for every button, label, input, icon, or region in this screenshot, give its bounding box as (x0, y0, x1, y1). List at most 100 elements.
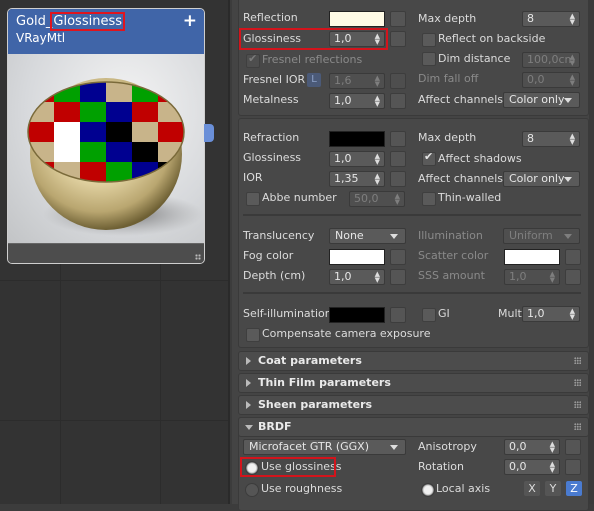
dim-falloff-value: 0,0 (527, 73, 545, 86)
fog-color-map-button[interactable] (390, 249, 406, 265)
refraction-max-depth-spinner[interactable]: 8 ▲ ▼ (522, 131, 580, 147)
plus-icon[interactable]: + (183, 11, 197, 31)
dim-distance-spinner[interactable]: 100,0cm ▲ ▼ (522, 52, 580, 68)
spinner-arrows-icon[interactable]: ▲ ▼ (570, 133, 575, 146)
spinner-arrows-icon[interactable]: ▲ ▼ (570, 54, 575, 67)
metalness-spinner[interactable]: 1,0 ▲ ▼ (329, 93, 385, 109)
rollout-sheen-parameters[interactable]: Sheen parameters (238, 395, 589, 415)
spinner-arrows-icon[interactable]: ▲ ▼ (570, 13, 575, 26)
fog-color-swatch[interactable] (329, 249, 385, 265)
fresnel-ior-lock-button[interactable]: L (307, 73, 321, 87)
affect-shadows-checkbox[interactable]: ✔ (422, 150, 436, 166)
reflection-max-depth-spinner[interactable]: 8 ▲ ▼ (522, 11, 580, 27)
metalness-map-button[interactable] (390, 93, 406, 109)
axis-z-button[interactable]: Z (566, 481, 582, 496)
material-node[interactable]: Gold_Glossiness VRayMtl + (7, 8, 205, 264)
rotation-spinner[interactable]: 0,0 ▲ ▼ (504, 459, 560, 475)
depth-spinner[interactable]: 1,0 ▲ ▼ (329, 269, 385, 285)
depth-map-button[interactable] (390, 269, 406, 285)
dim-distance-value: 100,0cm (527, 53, 576, 66)
abbe-number-spinner[interactable]: 50,0 ▲ ▼ (349, 191, 405, 207)
scatter-color-swatch[interactable] (504, 249, 560, 265)
refraction-color-swatch[interactable] (329, 131, 385, 147)
drag-grip-icon[interactable] (574, 401, 581, 408)
rollout-thin-film-parameters[interactable]: Thin Film parameters (238, 373, 589, 393)
dim-falloff-spinner[interactable]: 0,0 ▲ ▼ (522, 72, 580, 88)
reflection-affect-channels-dropdown[interactable]: Color only (503, 92, 580, 108)
reflection-color-swatch[interactable] (329, 11, 385, 27)
gi-label: GI (438, 307, 450, 320)
rollout-coat-parameters[interactable]: Coat parameters (238, 351, 589, 371)
collapse-arrow-icon (245, 425, 253, 430)
axis-y-button[interactable]: Y (545, 481, 561, 496)
ior-map-button[interactable] (390, 171, 406, 187)
self-illumination-label: Self-illumination (243, 307, 332, 320)
spinner-arrows-icon[interactable]: ▲ ▼ (570, 308, 575, 321)
self-illumination-map-button[interactable] (390, 307, 406, 323)
spinner-arrows-icon[interactable]: ▲ ▼ (375, 75, 380, 88)
refraction-affect-channels-dropdown[interactable]: Color only (503, 171, 580, 187)
reflection-map-button[interactable] (390, 11, 406, 27)
spinner-arrows-icon[interactable]: ▲ ▼ (375, 173, 380, 186)
node-editor-canvas[interactable]: Gold_Glossiness VRayMtl + (0, 0, 230, 504)
brdf-type-dropdown[interactable]: Microfacet GTR (GGX) (243, 439, 406, 455)
drag-grip-icon[interactable] (574, 423, 581, 430)
reflect-on-backside-checkbox[interactable] (422, 33, 436, 47)
self-illumination-color-swatch[interactable] (329, 307, 385, 323)
use-roughness-label: Use roughness (261, 482, 343, 495)
spinner-arrows-icon[interactable]: ▲ ▼ (570, 74, 575, 87)
thin-walled-checkbox[interactable] (422, 192, 436, 206)
spinner-arrows-icon[interactable]: ▲ ▼ (550, 441, 555, 454)
translucency-dropdown[interactable]: None (329, 228, 406, 244)
spinner-arrows-icon[interactable]: ▲ ▼ (550, 271, 555, 284)
local-axis-radio[interactable] (421, 483, 435, 497)
brdf-type-value: Microfacet GTR (GGX) (249, 440, 370, 453)
use-roughness-radio[interactable] (245, 483, 259, 497)
panel-divider[interactable] (228, 0, 230, 504)
mult-spinner[interactable]: 1,0 ▲ ▼ (522, 306, 580, 322)
spinner-arrows-icon[interactable]: ▲ ▼ (395, 193, 400, 206)
sss-amount-spinner[interactable]: 1,0 ▲ ▼ (504, 269, 560, 285)
refraction-glossiness-map-button[interactable] (390, 151, 406, 167)
use-glossiness-radio[interactable] (245, 461, 259, 475)
output-socket[interactable] (204, 124, 214, 142)
sss-amount-map-button[interactable] (565, 269, 581, 285)
axis-x-button[interactable]: X (524, 481, 540, 496)
spinner-arrows-icon[interactable]: ▲ ▼ (375, 33, 380, 46)
reflection-glossiness-spinner[interactable]: 1,0 ▲ ▼ (329, 31, 385, 47)
drag-grip-icon[interactable] (574, 357, 581, 364)
checkmark-icon: ✔ (248, 52, 258, 65)
refraction-map-button[interactable] (390, 131, 406, 147)
spinner-arrows-icon[interactable]: ▲ ▼ (550, 461, 555, 474)
sss-amount-value: 1,0 (509, 270, 527, 283)
fresnel-reflections-checkbox[interactable]: ✔ (246, 52, 260, 68)
node-header[interactable]: Gold_Glossiness VRayMtl + (8, 9, 204, 54)
glossiness-label: Glossiness (243, 32, 302, 45)
scatter-color-map-button[interactable] (565, 249, 581, 265)
dropdown-arrow-icon (390, 234, 398, 239)
ior-spinner[interactable]: 1,35 ▲ ▼ (329, 171, 385, 187)
compensate-camera-exposure-checkbox[interactable] (246, 328, 260, 342)
refraction-glossiness-spinner[interactable]: 1,0 ▲ ▼ (329, 151, 385, 167)
dropdown-arrow-icon (564, 177, 572, 182)
anisotropy-map-button[interactable] (565, 439, 581, 455)
mult-label: Mult (498, 307, 522, 320)
rollout-brdf[interactable]: BRDF (238, 417, 589, 437)
dim-distance-checkbox[interactable] (422, 52, 436, 66)
spinner-arrows-icon[interactable]: ▲ ▼ (375, 153, 380, 166)
rotation-map-button[interactable] (565, 459, 581, 475)
spinner-arrows-icon[interactable]: ▲ ▼ (375, 271, 380, 284)
node-title-prefix: Gold_ (16, 14, 53, 29)
anisotropy-spinner[interactable]: 0,0 ▲ ▼ (504, 439, 560, 455)
resize-grip-icon[interactable] (195, 254, 201, 260)
spinner-arrows-icon[interactable]: ▲ ▼ (375, 95, 380, 108)
fresnel-ior-spinner[interactable]: 1,6 ▲ ▼ (329, 73, 385, 89)
abbe-number-checkbox[interactable] (246, 192, 260, 206)
scrollbar[interactable] (589, 0, 594, 504)
illumination-dropdown[interactable]: Uniform (503, 228, 580, 244)
glossiness-map-button[interactable] (390, 31, 406, 47)
drag-grip-icon[interactable] (574, 379, 581, 386)
fresnel-ior-map-button[interactable] (390, 73, 406, 89)
material-parameters-panel: Reflection Glossiness 1,0 ▲ ▼ ✔ Fresnel re… (232, 0, 594, 511)
gi-checkbox[interactable] (422, 308, 436, 322)
